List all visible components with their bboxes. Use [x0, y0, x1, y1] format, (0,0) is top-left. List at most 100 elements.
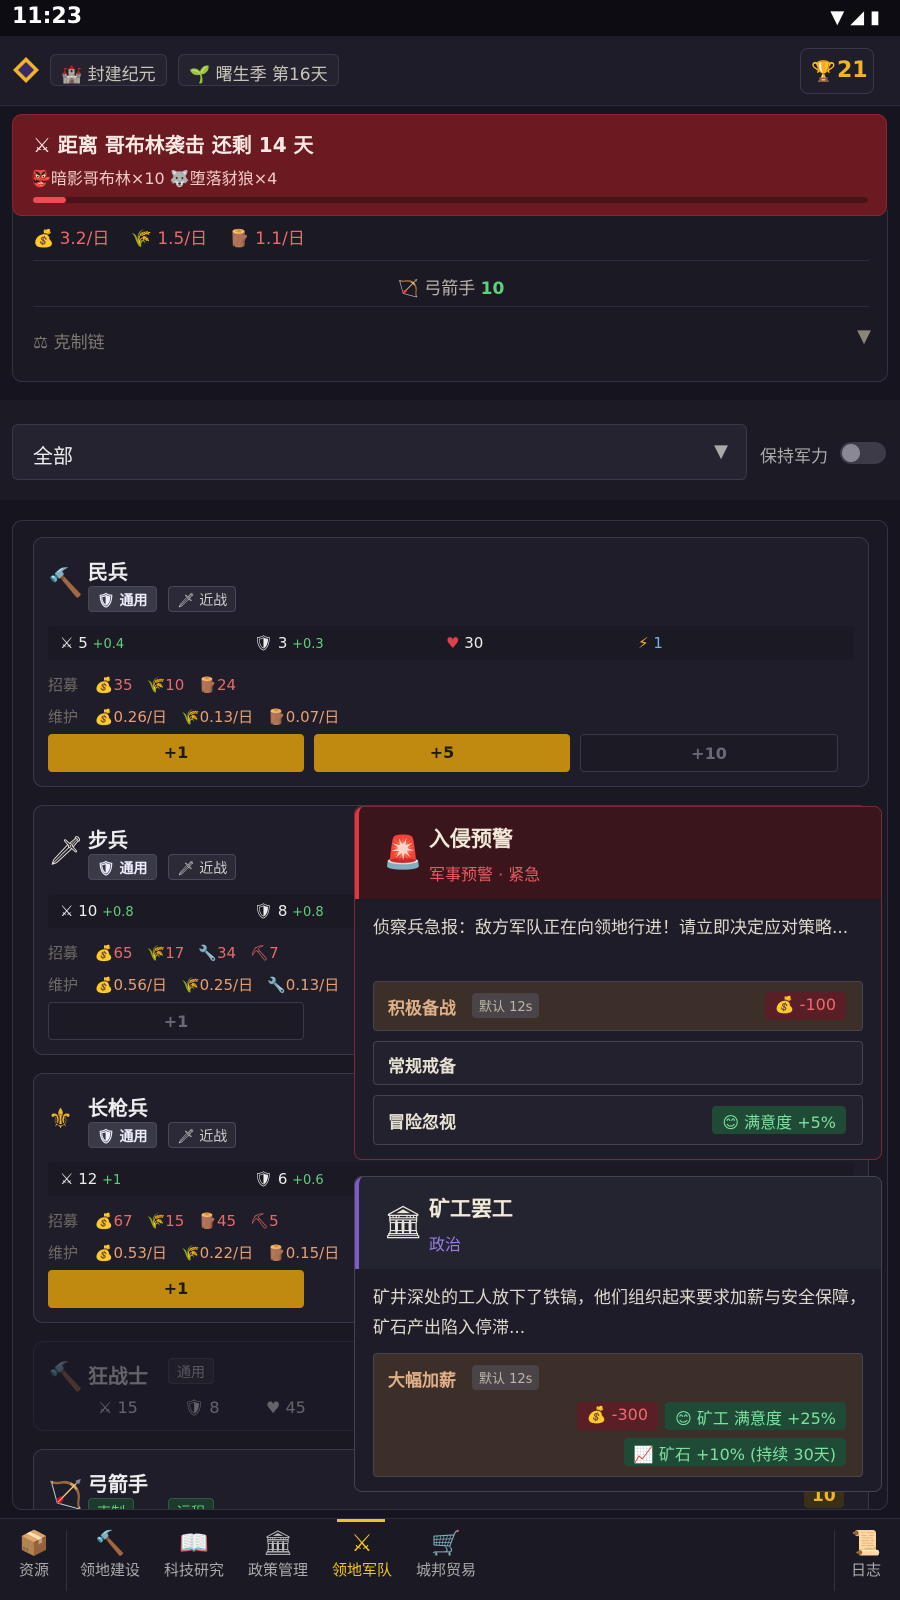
filter-row: 全部 ▼ 保持军力 — [0, 400, 900, 500]
hp-stat: ♥ 45 — [266, 1398, 306, 1417]
hammer-icon: 🔨 — [48, 1360, 83, 1393]
tag-counter: 克制 — [88, 1498, 134, 1509]
box-icon: 📦 — [19, 1529, 49, 1557]
stats-row: ⚔ 5 +0.4 🛡 3 +0.3 ♥ 30 ⚡ 1 — [48, 626, 854, 660]
fleur-icon: ⚜ — [48, 1102, 74, 1135]
dialog-body: 矿井深处的工人放下了铁镐，他们组织起来要求加薪与安全保障，矿石产出陷入停滞... — [373, 1288, 866, 1338]
era-chip[interactable]: 🏰 封建纪元 — [50, 54, 167, 86]
nav-resources[interactable]: 📦 资源 — [0, 1529, 76, 1580]
recruit-plus1-button[interactable]: +1 — [48, 1270, 304, 1308]
upkeep-cost-row: 维护 💰0.26/日 🌾0.13/日 🪵0.07/日 — [48, 708, 340, 726]
defense-stat: 🛡 6 +0.6 — [254, 1170, 324, 1188]
option-label: 积极备战 — [388, 999, 456, 1019]
unit-name: 长枪兵 — [88, 1096, 148, 1120]
recruit-plus10-button[interactable]: +10 — [580, 734, 838, 772]
bottom-nav: 📦 资源 🔨 领地建设 📖 科技研究 🏛 政策管理 ⚔ 领地军队 🛒 城邦贸易 📜 日志 — [0, 1518, 900, 1600]
dialog-header: 🚨 入侵预警 军事预警 · 紧急 — [355, 807, 881, 899]
cost-pill: 💰 -300 — [576, 1402, 658, 1430]
attack-stat: ⚔ 12 +1 — [60, 1170, 122, 1188]
government-building-icon: 🏛 — [383, 1203, 424, 1241]
toggle-knob — [842, 444, 860, 462]
restrain-chain-toggle[interactable]: ⚖ 克制链 — [33, 328, 105, 353]
cost-pill: 💰 -100 — [764, 992, 846, 1020]
status-icons: ▼◢▮ — [830, 7, 886, 28]
recruit-cost-row: 招募 💰67 🌾15 🪵45 ⛏5 — [48, 1212, 279, 1230]
dialog-subtitle: 政治 — [429, 1235, 462, 1254]
nav-build[interactable]: 🔨 领地建设 — [68, 1529, 152, 1580]
invasion-progress-fill — [33, 197, 67, 203]
siren-icon: 🚨 — [383, 833, 423, 871]
dialog-body: 侦察兵急报：敌方军队正在向领地行进！请立即决定应对策略... — [373, 918, 849, 938]
upkeep-cost-row: 维护 💰0.56/日 🌾0.25/日 🔧0.13/日 — [48, 976, 340, 994]
tag-common: 🛡 通用 — [88, 1122, 157, 1148]
dagger-icon: 🗡 — [48, 834, 84, 867]
option-prepare[interactable]: 积极备战 默认 12s 💰 -100 — [373, 981, 863, 1031]
invasion-banner[interactable]: ⚔ 距离 哥布林袭击 还剩 14 天 👺暗影哥布林×10 🐺堕落豺狼×4 — [12, 114, 887, 216]
top-header: 🏰 封建纪元 🌱 曙生季 第16天 🏆 21 — [0, 36, 900, 106]
status-bar: 11:23 ▼◢▮ — [0, 0, 900, 36]
invasion-enemies: 👺暗影哥布林×10 🐺堕落豺狼×4 — [31, 169, 278, 188]
archer-label: 🏹 弓箭手 — [397, 279, 476, 299]
recruit-plus5-button[interactable]: +5 — [314, 734, 570, 772]
recruit-cost-row: 招募 💰65 🌾17 🔧34 ⛏7 — [48, 944, 279, 962]
attack-stat: ⚔ 10 +0.8 — [60, 902, 134, 920]
dialog-title: 入侵预警 — [429, 827, 513, 851]
unit-filter-select[interactable]: 全部 ▼ — [12, 424, 747, 480]
divider — [33, 260, 869, 261]
option-raise-wage[interactable]: 大幅加薪 默认 12s 💰 -300 😊 矿工 满意度 +25% 📈 矿石 +1… — [373, 1353, 863, 1477]
nav-army[interactable]: ⚔ 领地军队 — [320, 1529, 404, 1580]
dialog-title: 矿工罢工 — [429, 1197, 513, 1221]
option-label: 大幅加薪 — [388, 1371, 456, 1391]
diamond-logo-icon — [13, 57, 39, 83]
option-ignore[interactable]: 冒险忽视 😊 满意度 +5% — [373, 1095, 863, 1145]
trophy-button[interactable]: 🏆 21 — [800, 48, 874, 94]
hp-stat: ♥ 30 — [446, 634, 484, 652]
chevron-down-icon[interactable]: ▼ — [857, 326, 871, 347]
default-timer: 默认 12s — [472, 993, 540, 1018]
chevron-down-icon: ▼ — [714, 441, 728, 462]
tag-common: 🛡 通用 — [88, 854, 157, 880]
tag-common: 通用 — [168, 1358, 214, 1384]
nav-policy[interactable]: 🏛 政策管理 — [236, 1529, 320, 1580]
unit-name: 狂战士 — [88, 1364, 148, 1388]
defense-stat: 🛡 8 +0.8 — [254, 902, 324, 920]
speed-stat: ⚡ 1 — [638, 634, 663, 652]
unit-name: 民兵 — [88, 560, 128, 584]
upkeep-cost-row: 维护 💰0.53/日 🌾0.22/日 🪵0.15/日 — [48, 1244, 340, 1262]
hammer-icon: 🔨 — [95, 1529, 125, 1557]
defense-stat: 🛡 8 — [184, 1398, 220, 1417]
government-building-icon: 🏛 — [262, 1529, 294, 1557]
trophy-icon: 🏆 — [811, 59, 836, 83]
defense-stat: 🛡 3 +0.3 — [254, 634, 324, 652]
cart-icon: 🛒 — [431, 1529, 461, 1557]
option-label: 冒险忽视 — [388, 1113, 456, 1133]
nav-trade[interactable]: 🛒 城邦贸易 — [404, 1529, 488, 1580]
invasion-alert-dialog: 🚨 入侵预警 军事预警 · 紧急 侦察兵急报：敌方军队正在向领地行进！请立即决定… — [354, 806, 882, 1160]
status-time: 11:23 — [12, 4, 83, 29]
unit-card-militia: 🔨 民兵 🛡 通用 🗡 近战 ⚔ 5 +0.4 🛡 3 +0.3 ♥ 30 ⚡ … — [33, 537, 869, 787]
active-tab-indicator — [337, 1519, 385, 1522]
income-food: 🌾 1.5/日 — [130, 229, 208, 249]
tag-melee: 🗡 近战 — [168, 854, 237, 880]
option-label: 常规戒备 — [388, 1057, 456, 1077]
keep-force-label: 保持军力 — [760, 447, 828, 467]
option-normal[interactable]: 常规戒备 — [373, 1041, 863, 1085]
season-chip[interactable]: 🌱 曙生季 第16天 — [178, 54, 339, 86]
invasion-title: ⚔ 距离 哥布林袭击 还剩 14 天 — [33, 133, 314, 157]
divider — [66, 1531, 67, 1591]
keep-force-toggle[interactable] — [840, 442, 886, 464]
nav-research[interactable]: 📖 科技研究 — [152, 1529, 236, 1580]
tag-ranged: 远程 — [168, 1498, 214, 1509]
recruit-plus1-button[interactable]: +1 — [48, 1002, 304, 1040]
income-wood: 🪵 1.1/日 — [228, 229, 305, 249]
recruit-plus1-button[interactable]: +1 — [48, 734, 304, 772]
unit-filter-value: 全部 — [33, 444, 73, 468]
archer-count-line: 🏹 弓箭手 10 — [13, 274, 889, 299]
bow-icon: 🏹 — [48, 1478, 83, 1510]
crossed-swords-icon: ⚔ — [351, 1529, 373, 1557]
nav-log[interactable]: 📜 日志 — [824, 1529, 900, 1580]
archer-count: 10 — [480, 279, 505, 299]
attack-stat: ⚔ 5 +0.4 — [60, 634, 125, 652]
recruit-cost-row: 招募 💰35 🌾10 🪵24 — [48, 676, 237, 694]
dialog-subtitle: 军事预警 · 紧急 — [429, 865, 541, 884]
